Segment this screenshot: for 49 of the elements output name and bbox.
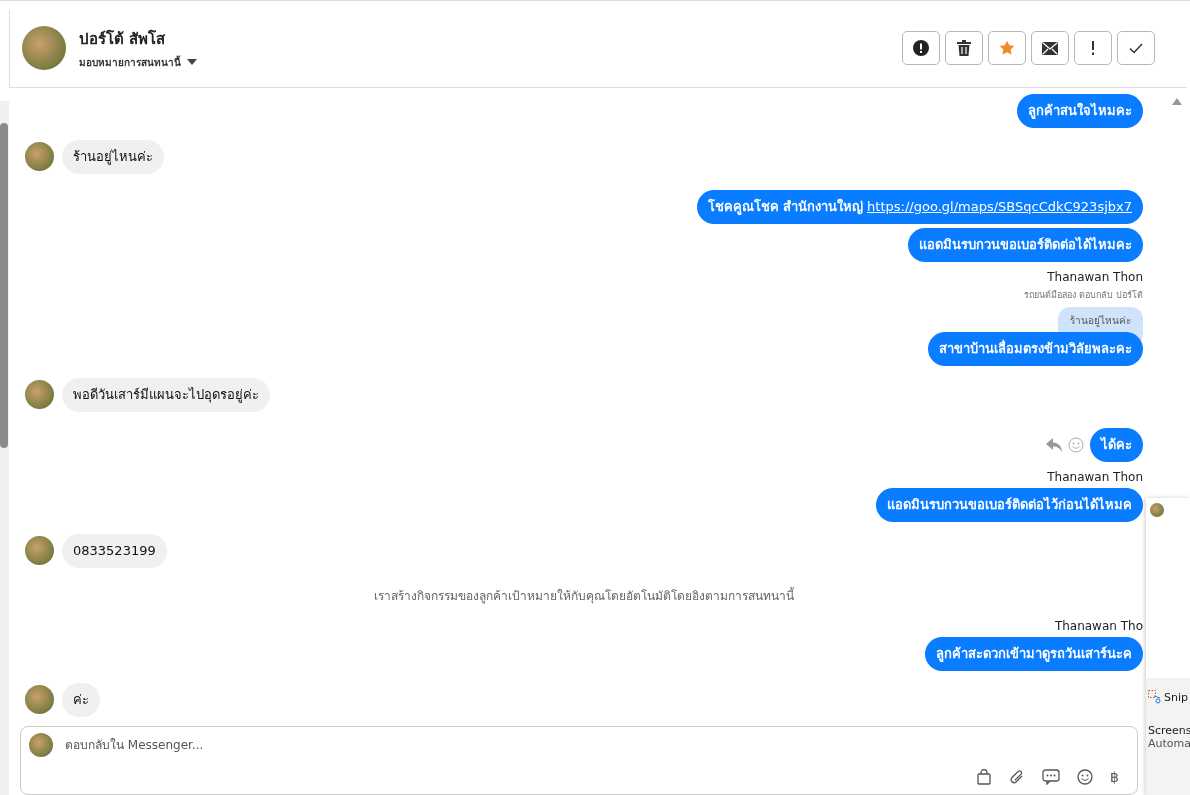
caret-icon xyxy=(187,59,197,66)
message-bubble: ร้านอยู่ไหนค่ะ xyxy=(62,139,164,174)
scroll-up-icon[interactable] xyxy=(1172,98,1182,105)
message-bubble: 0833523199 xyxy=(62,533,167,568)
trash-icon xyxy=(957,40,971,57)
system-notice: เราสร้างกิจกรรมของลูกค้าเป้าหมายให้กับคุณโดยอัตโนมัติโดยอิงตามการสนทนานี้ xyxy=(374,586,794,605)
trash-button[interactable] xyxy=(945,31,983,66)
message-bubble: แอดมินรบกวนขอเบอร์ติดต่อไว้ก่อนได้ไหมค xyxy=(876,487,1143,522)
reply-composer[interactable]: ตอบกลับใน Messenger... ฿ xyxy=(20,725,1138,795)
message-bubble: ลูกค้าสะดวกเข้ามาดูรถวันเสาร์นะค xyxy=(925,636,1143,671)
scissors-icon xyxy=(1148,690,1162,704)
map-link[interactable]: https://goo.gl/maps/SBSqcCdkC923sjbx7 xyxy=(867,198,1132,214)
contact-name: ปอร์โต้ สัพโส xyxy=(79,28,167,50)
message-bubble: ค่ะ xyxy=(62,682,100,717)
star-icon xyxy=(999,40,1015,57)
check-button[interactable] xyxy=(1117,31,1155,66)
message-bubble: แอดมินรบกวนขอเบอร์ติดต่อได้ไหมคะ xyxy=(908,227,1143,262)
star-button[interactable] xyxy=(988,31,1026,66)
notification-text: Automa xyxy=(1148,737,1190,750)
avatar xyxy=(29,732,53,757)
avatar xyxy=(1150,503,1164,517)
avatar xyxy=(25,685,54,715)
reply-note: รถยนต์มือสอง ตอบกลับ ปอร์โต้ xyxy=(1024,288,1143,302)
reply-icon[interactable] xyxy=(1046,437,1062,452)
scrollbar[interactable] xyxy=(0,101,9,795)
message-bubble: ได้คะ xyxy=(1090,427,1143,462)
message-bubble: โชคคูณโชค สำนักงานใหญ่ https://goo.gl/maps/SBSqcCdkC923sjbx7 xyxy=(696,189,1143,224)
alert-icon xyxy=(913,40,929,57)
chat-icon[interactable] xyxy=(1042,769,1061,786)
alert-button[interactable] xyxy=(902,31,940,66)
assign-dropdown[interactable]: มอบหมายการสนทนานี้ xyxy=(79,54,197,70)
smiley-icon[interactable] xyxy=(1077,769,1094,786)
currency-button[interactable]: ฿ xyxy=(1110,769,1119,786)
mail-button[interactable] xyxy=(1031,31,1069,66)
sender-name: Thanawan Tho xyxy=(1054,618,1143,633)
avatar xyxy=(25,536,54,566)
avatar xyxy=(25,380,54,410)
shopping-bag-icon[interactable] xyxy=(976,769,993,786)
avatar xyxy=(25,142,54,172)
message-bubble: พอดีวันเสาร์มีแผนจะไปอุดรอยู่ค่ะ xyxy=(62,377,270,412)
avatar xyxy=(22,26,66,71)
sender-name: Thanawan Thon xyxy=(1047,269,1143,284)
envelope-icon xyxy=(1042,41,1058,55)
sender-name: Thanawan Thon xyxy=(1047,469,1143,484)
check-icon xyxy=(1129,42,1143,54)
exclamation-icon xyxy=(1091,41,1095,56)
app-name: Snip xyxy=(1164,690,1188,704)
message-bubble: ลูกค้าสนใจไหมคะ xyxy=(1017,93,1143,128)
message-bubble: สาขาบ้านเลื่อมตรงข้ามวิลัยพละคะ xyxy=(928,331,1143,366)
